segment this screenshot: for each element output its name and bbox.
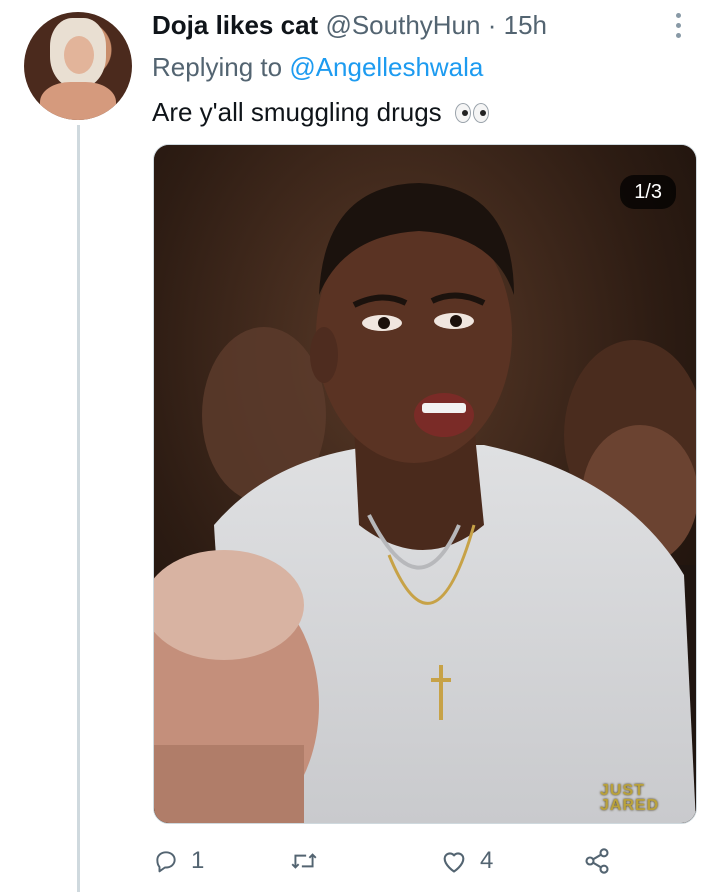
- share-button[interactable]: [583, 838, 611, 884]
- retweet-button[interactable]: [289, 838, 331, 884]
- reply-icon: [156, 851, 176, 873]
- watermark-logo: JUST JARED: [600, 782, 660, 814]
- avatar-face: [64, 36, 94, 74]
- display-name[interactable]: Doja likes cat: [152, 10, 318, 40]
- tweet-media-photo[interactable]: 1/3 JUST JARED: [153, 144, 697, 824]
- more-options-icon[interactable]: [668, 8, 688, 44]
- reply-count: 1: [191, 847, 205, 874]
- replying-handle-link[interactable]: @Angelleshwala: [289, 52, 483, 82]
- avatar-body: [40, 82, 116, 120]
- thread-line: [77, 125, 80, 892]
- reply-button[interactable]: 1: [153, 838, 204, 884]
- media-counter-badge: 1/3: [620, 175, 676, 209]
- handle[interactable]: @SouthyHun: [325, 10, 480, 40]
- tweet-body: Are y'all smuggling drugs: [152, 97, 442, 127]
- share-icon: [585, 848, 609, 874]
- avatar[interactable]: [24, 12, 132, 120]
- like-icon: [443, 852, 465, 873]
- like-count: 4: [480, 847, 494, 874]
- eyes-emoji-icon: [454, 98, 491, 130]
- tweet-header: Doja likes cat @SouthyHun · 15h: [152, 10, 547, 40]
- replying-to: Replying to @Angelleshwala: [152, 52, 483, 82]
- tweet-text: Are y'all smuggling drugs: [152, 96, 491, 130]
- timestamp[interactable]: 15h: [504, 10, 547, 40]
- tweet-actions-bar: 1 4: [153, 838, 695, 884]
- like-button[interactable]: 4: [440, 838, 493, 884]
- photo-illustration: [154, 145, 696, 823]
- separator: ·: [487, 10, 497, 40]
- retweet-icon: [291, 853, 317, 869]
- replying-prefix: Replying to: [152, 52, 283, 82]
